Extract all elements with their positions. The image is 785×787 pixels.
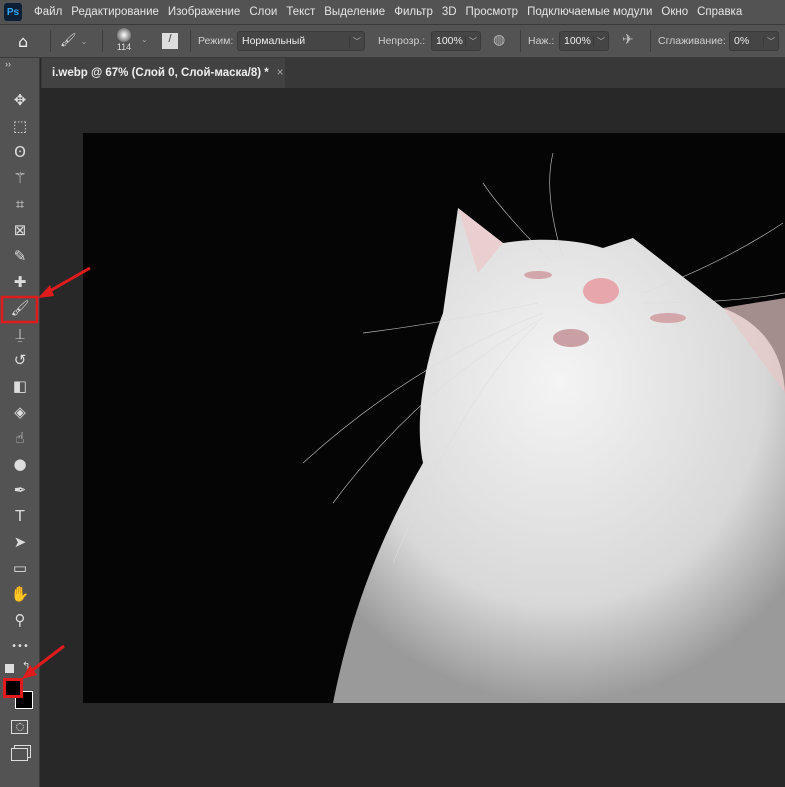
separator bbox=[650, 30, 651, 52]
paint-bucket-tool-icon[interactable]: ◈ bbox=[8, 401, 32, 423]
menu-item[interactable]: Подключаемые модули bbox=[527, 6, 652, 18]
zoom-tool-icon[interactable]: ⚲ bbox=[8, 609, 32, 631]
menu-item[interactable]: Текст bbox=[286, 6, 315, 18]
menu-item[interactable]: Справка bbox=[697, 6, 742, 18]
opacity-label: Непрозр.: bbox=[378, 35, 426, 47]
foreground-color-swatch[interactable] bbox=[3, 678, 23, 698]
menu-item[interactable]: Файл bbox=[34, 6, 62, 18]
brush-preset-icon[interactable]: 🖌 ⌄ bbox=[60, 33, 87, 48]
brush-tip-icon bbox=[117, 28, 131, 42]
cat-photo bbox=[302, 152, 785, 703]
menu-item[interactable]: Выделение bbox=[324, 6, 385, 18]
arrowhead bbox=[38, 285, 54, 298]
swap-colors-icon[interactable]: ↰ bbox=[22, 661, 30, 672]
mode-label: Режим: bbox=[198, 35, 234, 47]
document-tab-bar: i.webp @ 67% (Слой 0, Слой-маска/8) * × bbox=[41, 58, 785, 88]
dodge-tool-icon[interactable]: ● bbox=[8, 453, 32, 475]
eyedropper-tool-icon[interactable]: ✎ bbox=[8, 245, 32, 267]
more-tool-icon[interactable]: ••• bbox=[8, 635, 32, 657]
default-colors-icon[interactable] bbox=[5, 664, 14, 673]
separator bbox=[50, 30, 51, 52]
healing-tool-icon[interactable]: ✚ bbox=[8, 271, 32, 293]
menu-item[interactable]: Окно bbox=[661, 6, 688, 18]
menu-item[interactable]: 3D bbox=[442, 6, 457, 18]
mode-select[interactable]: Нормальный ﹀ bbox=[237, 31, 365, 51]
menu-bar: Ps Файл Редактирование Изображение Слои Текс… bbox=[0, 0, 785, 25]
lasso-tool-icon[interactable]: ʘ bbox=[8, 141, 32, 163]
document-tab[interactable]: i.webp @ 67% (Слой 0, Слой-маска/8) * × bbox=[42, 58, 285, 88]
stamp-tool-icon[interactable]: ⍊ bbox=[8, 323, 32, 345]
magic-wand-tool-icon[interactable]: ⚚ bbox=[8, 167, 32, 189]
smudge-tool-icon[interactable]: ☝ bbox=[8, 427, 32, 449]
frame-tool-icon[interactable]: ⊠ bbox=[8, 219, 32, 241]
separator bbox=[102, 30, 103, 52]
home-icon[interactable]: ⌂ bbox=[18, 32, 28, 51]
menu-item[interactable]: Фильтр bbox=[394, 6, 433, 18]
opacity-input[interactable]: 100% ﹀ bbox=[431, 31, 481, 51]
document-canvas[interactable] bbox=[83, 133, 785, 703]
airbrush-icon[interactable]: ✈ bbox=[622, 32, 634, 48]
marquee-tool-icon[interactable]: ⬚ bbox=[8, 115, 32, 137]
quick-mask-icon[interactable] bbox=[11, 720, 28, 734]
collapse-icon[interactable]: ›› bbox=[5, 59, 11, 69]
rectangle-tool-icon[interactable]: ▭ bbox=[8, 557, 32, 579]
pressure-label: Наж.: bbox=[528, 35, 555, 47]
history-brush-tool-icon[interactable]: ↺ bbox=[8, 349, 32, 371]
separator bbox=[520, 30, 521, 52]
crop-tool-icon[interactable]: ⌗ bbox=[8, 193, 32, 215]
options-bar: ⌂ 🖌 ⌄ 114 ⌄ / Режим: Нормальный ﹀ Непрозр… bbox=[0, 25, 785, 58]
brush-settings-icon[interactable]: / bbox=[162, 33, 178, 49]
screen-mode-icon[interactable] bbox=[11, 748, 28, 761]
path-select-tool-icon[interactable]: ➤ bbox=[8, 531, 32, 553]
menu-item[interactable]: Просмотр bbox=[466, 6, 519, 18]
hand-tool-icon[interactable]: ✋ bbox=[8, 583, 32, 605]
brush-size-value: 114 bbox=[116, 42, 132, 52]
pressure-value: 100% bbox=[564, 35, 591, 47]
chevron-down-icon[interactable]: ⌄ bbox=[141, 35, 148, 44]
tools-panel: ›› ✥ ⬚ ʘ ⚚ ⌗ ⊠ ✎ ✚ 🖌 ⍊ ↺ ◧ ◈ ☝ ● ✒ T ➤ ▭ ✋ ⚲ ••• ↰ bbox=[0, 58, 40, 787]
pressure-input[interactable]: 100% ﹀ bbox=[559, 31, 609, 51]
menu-item[interactable]: Редактирование bbox=[71, 6, 159, 18]
smoothing-input[interactable]: 0% ﹀ bbox=[729, 31, 779, 51]
menu-items: Файл Редактирование Изображение Слои Текст Вы… bbox=[34, 6, 751, 18]
opacity-value: 100% bbox=[436, 35, 463, 47]
document-tab-title: i.webp @ 67% (Слой 0, Слой-маска/8) * bbox=[52, 67, 269, 79]
chevron-down-icon: ﹀ bbox=[763, 35, 778, 47]
brush-tool-icon[interactable]: 🖌 bbox=[8, 297, 32, 319]
brush-size-picker[interactable]: 114 bbox=[112, 28, 136, 52]
eraser-tool-icon[interactable]: ◧ bbox=[8, 375, 32, 397]
menu-item[interactable]: Изображение bbox=[168, 6, 240, 18]
separator bbox=[190, 30, 191, 52]
pen-tool-icon[interactable]: ✒ bbox=[8, 479, 32, 501]
photoshop-logo: Ps bbox=[4, 3, 22, 21]
smoothing-label: Сглаживание: bbox=[658, 35, 726, 47]
chevron-down-icon: ﹀ bbox=[465, 35, 480, 47]
move-tool-icon[interactable]: ✥ bbox=[8, 89, 32, 111]
mode-value: Нормальный bbox=[242, 35, 306, 47]
chevron-down-icon: ﹀ bbox=[593, 35, 608, 47]
pressure-opacity-icon[interactable]: ◍ bbox=[493, 32, 505, 48]
type-tool-icon[interactable]: T bbox=[8, 505, 32, 527]
smoothing-value: 0% bbox=[734, 35, 750, 47]
menu-item[interactable]: Слои bbox=[249, 6, 277, 18]
chevron-down-icon: ﹀ bbox=[349, 35, 364, 47]
close-icon[interactable]: × bbox=[277, 67, 284, 79]
